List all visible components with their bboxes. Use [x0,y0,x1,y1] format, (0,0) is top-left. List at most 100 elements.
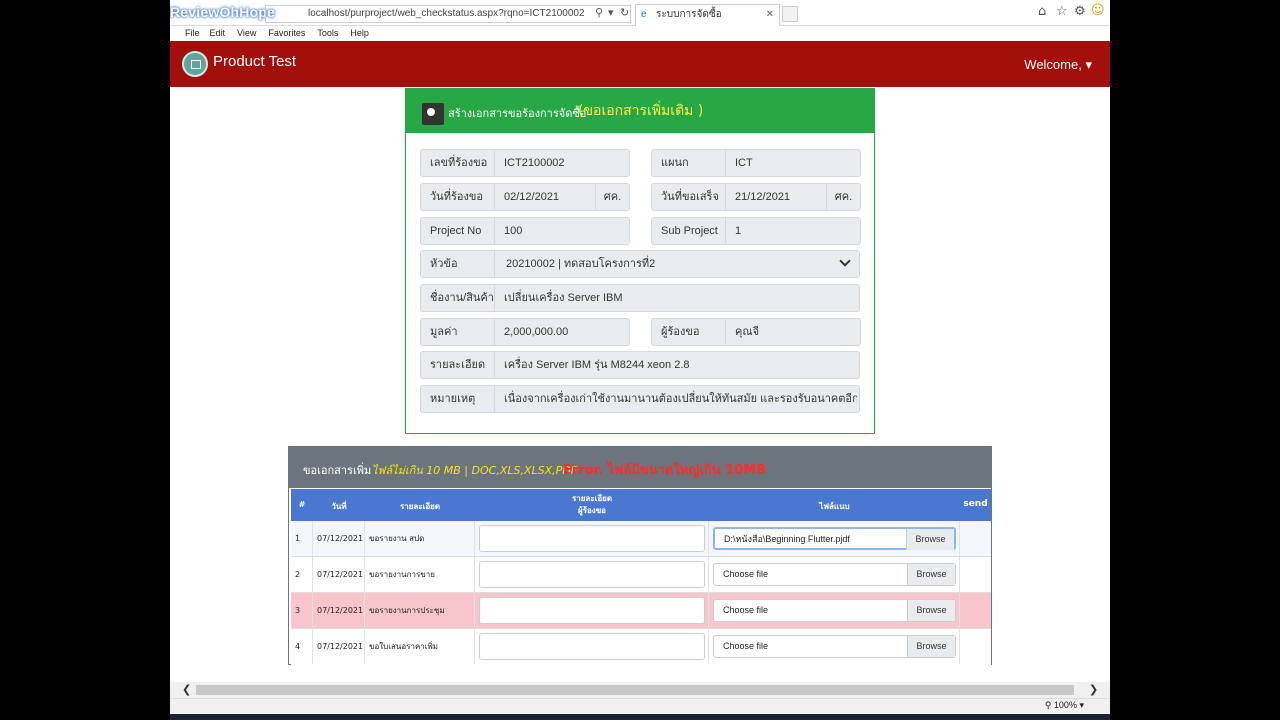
note-value[interactable]: เนื่องจากเครื่องเก่าใช้งานมานานต้องเปลี่… [495,386,857,412]
file-name: Choose file [723,605,769,615]
file-input[interactable]: D:\หนังสือ\Beginning Flutter.pjdf Browse [713,527,956,550]
menu-help[interactable]: Help [350,26,369,40]
dept-label: แผนก [652,150,726,176]
search-icon[interactable]: ⚲ [595,6,603,19]
browser-tab[interactable]: e ระบบการจัดซื้อ ✕ [635,4,780,26]
menu-bar: File Edit View Favorites Tools Help [170,26,1110,41]
requester-value[interactable]: คุณจี [726,319,759,345]
row-detail: ขอรายงานการประชุม [365,593,475,628]
ie-icon: e [641,9,647,20]
subproject-value[interactable]: 1 [726,218,741,244]
table-row: 3 07/12/2021 ขอรายงานการประชุม Choose fi… [291,593,991,629]
col-req-detail: รายละเอียดผู้ร้องขอ [475,493,709,517]
dropdown-icon[interactable]: ▾ [608,6,614,19]
app-navbar: Product Test Welcome, ▾ [170,41,1110,87]
subproject-field: Sub Project 1 [651,217,861,245]
home-icon[interactable]: ⌂ [1038,4,1046,19]
file-input[interactable]: Choose file Browse [713,635,956,658]
browse-button[interactable]: Browse [907,636,955,657]
req-date-label: วันที่ร้องขอ [421,184,495,210]
row-no: 2 [291,557,313,592]
browse-button[interactable]: Browse [907,564,955,585]
row-no: 1 [291,521,313,556]
row-date: 07/12/2021 [313,521,365,556]
card-header: สร้างเอกสารขอร้องการจัดซื้อ (ขอเอกสารเพิ… [406,89,874,133]
project-label: Project No [421,218,495,244]
scrollbar-thumb[interactable] [196,685,1074,695]
request-card: สร้างเอกสารขอร้องการจัดซื้อ (ขอเอกสารเพิ… [405,88,875,434]
file-name: Choose file [723,641,769,651]
brand-logo-icon[interactable] [182,51,208,77]
panel-header: ขอเอกสารเพิ่ม ไฟล์ไม่เกิน 10 MB | DOC,XL… [289,447,991,488]
dept-value[interactable]: ICT [726,150,753,176]
address-bar-area: ReviewOhHope localhost/purproject/web_ch… [170,0,1110,26]
attachment-panel: ขอเอกสารเพิ่ม ไฟล์ไม่เกิน 10 MB | DOC,XL… [288,446,992,665]
menu-favorites[interactable]: Favorites [268,26,305,40]
req-date-value[interactable]: 02/12/2021 [495,184,559,210]
row-date: 07/12/2021 [313,593,365,628]
table-row: 4 07/12/2021 ขอใบเสนอราคาเพิ่ม Choose fi… [291,629,991,665]
req-no-value[interactable]: ICT2100002 [495,150,565,176]
card-subtitle: (ขอเอกสารเพิ่มเติม ) [578,103,704,119]
requester-detail-input[interactable] [479,525,705,552]
zoom-icon: ⚲ [1044,700,1052,710]
zoom-level[interactable]: ⚲ 100% ▾ [1045,700,1084,711]
dept-field: แผนก ICT [651,149,861,177]
requester-detail-input[interactable] [479,633,705,660]
table-row: 1 07/12/2021 ขอรายงาน สปด D:\หนังสือ\Beg… [291,521,991,557]
close-tab-icon[interactable]: ✕ [766,5,774,25]
gear-icon[interactable]: ⚙ [1074,4,1086,19]
col-date: วันที่ [331,502,347,511]
req-no-label: เลขที่ร้องขอ [421,150,495,176]
topic-select[interactable]: หัวข้อ 20210002 | ทดสอบโครงการที่2 [420,250,860,278]
welcome-label: Welcome, [1024,57,1082,72]
project-field: Project No 100 [420,217,630,245]
file-input[interactable]: Choose file Browse [713,599,956,622]
menu-view[interactable]: View [237,26,256,40]
row-detail: ขอใบเสนอราคาเพิ่ม [365,629,475,664]
scroll-right-icon[interactable]: ❯ [1089,682,1098,698]
topic-label: หัวข้อ [421,251,495,277]
table-row: 2 07/12/2021 ขอรายงานการขาย Choose file … [291,557,991,593]
row-no: 4 [291,629,313,664]
chevron-down-icon[interactable] [839,255,851,267]
req-no-field: เลขที่ร้องขอ ICT2100002 [420,149,630,177]
col-req-detail-2: ผู้ร้องขอ [578,506,606,515]
file-input[interactable]: Choose file Browse [713,563,956,586]
requester-detail-input[interactable] [479,561,705,588]
due-date-value[interactable]: 21/12/2021 [726,184,790,210]
file-name: Choose file [723,569,769,579]
browse-button[interactable]: Browse [906,529,954,550]
row-detail: ขอรายงาน สปด [365,521,475,556]
menu-tools[interactable]: Tools [317,26,338,40]
requester-label: ผู้ร้องขอ [652,319,726,345]
horizontal-scrollbar[interactable]: ❮ ❯ [170,682,1110,698]
star-icon[interactable]: ☆ [1056,4,1068,19]
zoom-value: 100% [1053,700,1077,710]
detail-value[interactable]: เครื่อง Server IBM รุ่น M8244 xeon 2.8 [495,352,690,378]
taskbar [170,714,1110,720]
row-detail: ขอรายงานการขาย [365,557,475,592]
back-button[interactable] [422,103,444,125]
value-field: มูลค่า 2,000,000.00 [420,318,630,346]
project-value[interactable]: 100 [495,218,522,244]
item-value[interactable]: เปลี่ยนเครื่อง Server IBM [495,285,623,311]
requester-detail-input[interactable] [479,597,705,624]
requester-field: ผู้ร้องขอ คุณจี [651,318,861,346]
value-value[interactable]: 2,000,000.00 [495,319,568,345]
browse-button[interactable]: Browse [907,600,955,621]
menu-file[interactable]: File [185,26,200,40]
item-field: ชื่องาน/สินค้า เปลี่ยนเครื่อง Server IBM [420,284,860,312]
smiley-icon[interactable]: ☺ [1091,3,1105,18]
scroll-left-icon[interactable]: ❮ [182,682,191,698]
col-req-detail-1: รายละเอียด [571,494,613,503]
menu-edit[interactable]: Edit [210,26,226,40]
url-field[interactable]: localhost/purproject/web_checkstatus.asp… [265,5,631,23]
new-tab-button[interactable] [782,6,798,22]
brand-title[interactable]: Product Test [213,53,296,70]
era-label: ศค. [826,184,860,210]
value-label: มูลค่า [421,319,495,345]
refresh-icon[interactable]: ↻ [620,6,629,19]
welcome-dropdown[interactable]: Welcome, ▾ [1024,57,1092,73]
item-label: ชื่องาน/สินค้า [421,285,495,311]
